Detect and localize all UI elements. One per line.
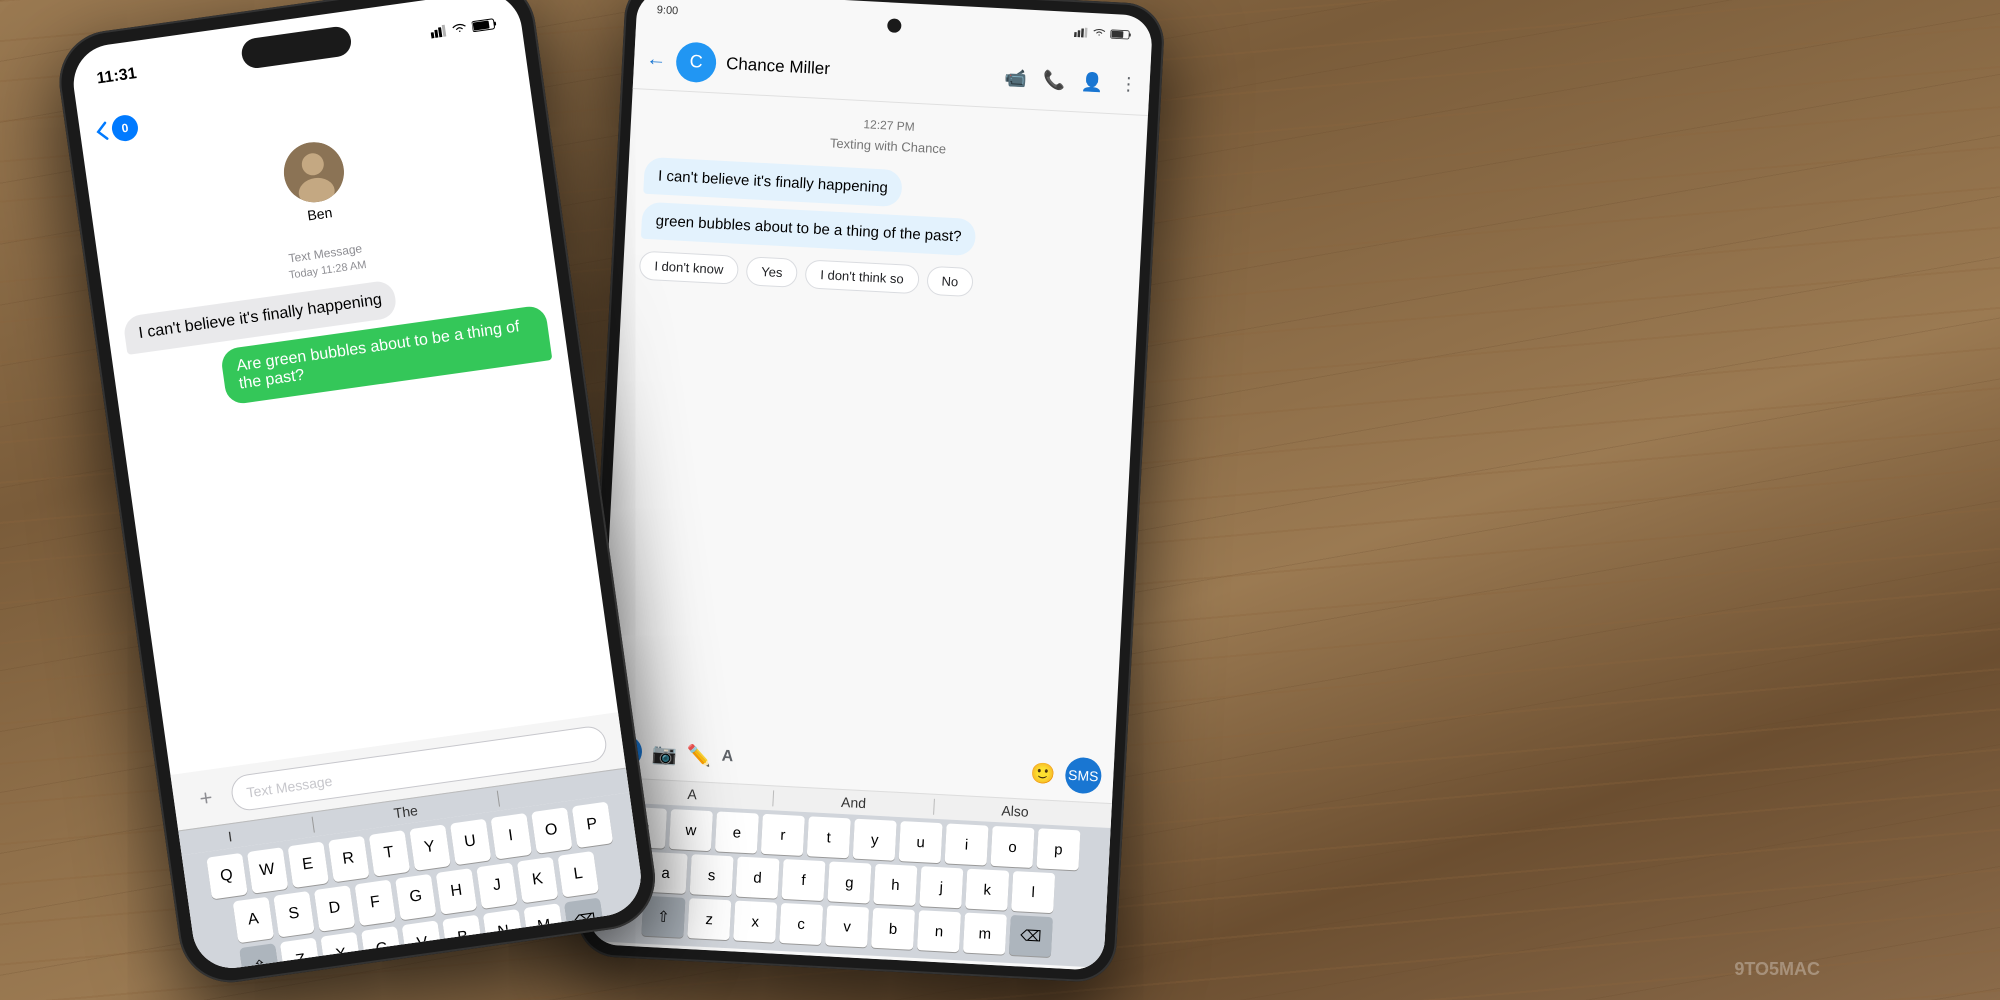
key-s[interactable]: S [273, 891, 314, 938]
android-key-e[interactable]: e [715, 811, 759, 853]
android-contact-avatar: C [675, 41, 717, 83]
android-status-icons [1074, 27, 1132, 40]
key-t[interactable]: T [368, 830, 409, 877]
badge-count: 0 [110, 113, 139, 142]
android-key-v[interactable]: v [825, 905, 869, 947]
key-l[interactable]: L [557, 851, 598, 898]
predict-1[interactable]: I [227, 828, 233, 844]
android-key-x[interactable]: x [733, 901, 777, 943]
key-i[interactable]: I [490, 813, 531, 860]
android-key-b[interactable]: b [871, 908, 915, 950]
android-received-1: I can't believe it's finally happening [643, 157, 903, 207]
android-key-p[interactable]: p [1036, 828, 1080, 870]
key-z[interactable]: Z [280, 937, 321, 973]
smart-reply-3[interactable]: I don't think so [805, 259, 920, 294]
camera-toolbar-icon[interactable]: 📷 [651, 740, 677, 766]
emoji-icon[interactable]: 🙂 [1030, 760, 1056, 786]
key-u[interactable]: U [449, 819, 490, 866]
input-spacer [743, 758, 1020, 773]
android-key-d[interactable]: d [736, 857, 780, 899]
android-key-r[interactable]: r [761, 814, 805, 856]
android-key-u[interactable]: u [899, 821, 943, 863]
android-key-f[interactable]: f [781, 859, 825, 901]
android-key-c[interactable]: c [779, 903, 823, 945]
video-call-icon[interactable]: 📹 [1004, 67, 1027, 89]
key-g[interactable]: G [395, 874, 436, 921]
phone-icon[interactable]: 📞 [1042, 69, 1065, 91]
android-signal-icon [1074, 27, 1089, 38]
smart-reply-2[interactable]: Yes [746, 256, 799, 288]
contact-avatar [280, 138, 348, 206]
android-key-h[interactable]: h [873, 864, 917, 906]
key-w[interactable]: W [246, 847, 287, 894]
add-person-icon[interactable]: 👤 [1081, 72, 1104, 94]
key-j[interactable]: J [476, 862, 517, 909]
android-key-s[interactable]: s [690, 854, 734, 896]
back-button[interactable]: 0 [94, 113, 139, 145]
android-key-y[interactable]: y [853, 819, 897, 861]
android-key-z[interactable]: z [687, 898, 731, 940]
android-key-w[interactable]: w [669, 809, 713, 851]
iphone-time: 11:31 [96, 65, 138, 88]
signal-icon [430, 24, 448, 38]
key-e[interactable]: E [287, 842, 328, 889]
key-y[interactable]: Y [409, 824, 450, 871]
android-wifi-icon [1092, 28, 1107, 39]
send-icon: SMS [1068, 767, 1099, 785]
smart-reply-4[interactable]: No [926, 266, 974, 297]
smart-replies: I don't know Yes I don't think so No [639, 251, 1124, 305]
android-key-k[interactable]: k [965, 869, 1009, 911]
key-r[interactable]: R [328, 836, 369, 883]
android-key-delete[interactable]: ⌫ [1009, 915, 1053, 957]
android-key-t[interactable]: t [807, 816, 851, 858]
key-h[interactable]: H [436, 868, 477, 915]
key-shift[interactable]: ⇧ [239, 943, 280, 973]
android-contact-name: Chance Miller [726, 53, 995, 87]
pencil-toolbar-icon[interactable]: ✏️ [686, 742, 712, 768]
android-key-n[interactable]: n [917, 910, 961, 952]
iphone-status-icons [430, 17, 498, 38]
android-keyboard: q w e r t y u i o p a s d f g h [588, 801, 1111, 968]
key-f[interactable]: F [354, 880, 395, 927]
back-chevron-icon [95, 121, 110, 142]
android-key-i[interactable]: i [945, 823, 989, 865]
key-o[interactable]: O [531, 807, 572, 854]
android-back-button[interactable]: ← [646, 48, 667, 72]
android-screen: 9:00 [588, 0, 1153, 971]
android-received-2: green bubbles about to be a thing of the… [641, 202, 977, 256]
android-key-j[interactable]: j [919, 866, 963, 908]
battery-icon [471, 17, 497, 32]
divider [311, 817, 314, 833]
android-key-o[interactable]: o [990, 826, 1034, 868]
more-options-icon[interactable]: ⋮ [1119, 74, 1138, 96]
predict-2[interactable]: The [393, 802, 419, 821]
divider2 [497, 791, 500, 807]
android-key-g[interactable]: g [827, 861, 871, 903]
wifi-icon [451, 21, 469, 35]
iphone-plus-button[interactable]: + [188, 780, 224, 816]
android-send-button[interactable]: SMS [1064, 757, 1102, 795]
android-battery-icon [1110, 29, 1132, 40]
key-d[interactable]: D [314, 885, 355, 932]
text-toolbar-icon[interactable]: A [721, 748, 733, 767]
input-placeholder: Text Message [246, 773, 334, 801]
android-time: 9:00 [657, 4, 679, 17]
iphone-messages-area: Text Message Today 11:28 AM I can't beli… [99, 205, 618, 775]
android-input-area: + 📷 ✏️ A 🙂 SMS A And Also [588, 724, 1115, 971]
predict-3[interactable] [578, 779, 580, 795]
key-p[interactable]: P [571, 802, 612, 849]
contact-name: Ben [306, 204, 333, 223]
android-header-icons: 📹 📞 👤 ⋮ [1004, 67, 1138, 95]
key-a[interactable]: A [233, 897, 274, 944]
android-key-l[interactable]: l [1011, 871, 1055, 913]
watermark: 9TO5MAC [1734, 959, 1820, 980]
android-messages-area: 12:27 PM Texting with Chance I can't bel… [599, 89, 1148, 751]
key-k[interactable]: K [517, 857, 558, 904]
avatar-image [280, 138, 348, 206]
android-key-m[interactable]: m [963, 913, 1007, 955]
key-q[interactable]: Q [206, 853, 247, 900]
android-device: 9:00 [575, 0, 1166, 983]
smart-reply-1[interactable]: I don't know [639, 251, 739, 285]
